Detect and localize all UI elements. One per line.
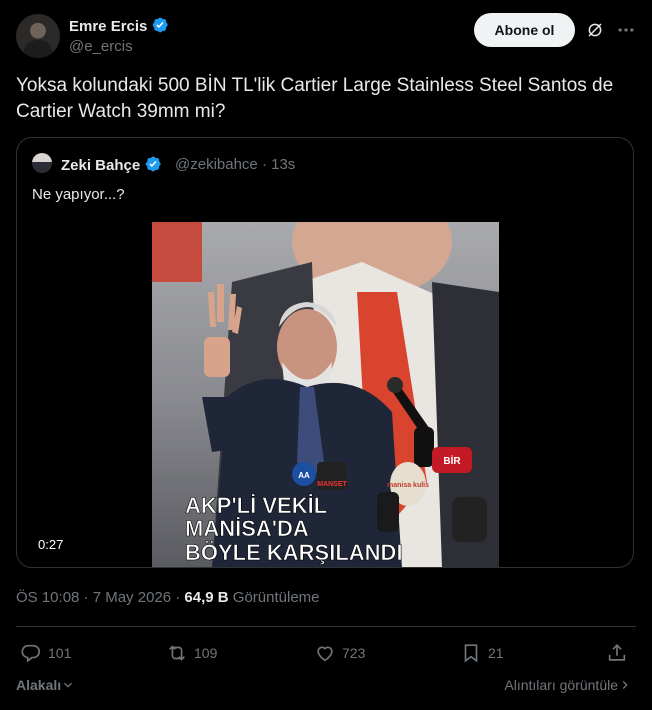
- sort-relevance-dropdown[interactable]: Alakalı: [16, 677, 75, 693]
- tweet-header: Emre Ercis @e_ercis Abone ol: [16, 12, 636, 62]
- like-count: 723: [342, 645, 366, 661]
- mic-logo-manisa: manisa kulis: [387, 482, 429, 489]
- share-icon: [608, 644, 626, 661]
- view-label: Görüntüleme: [228, 589, 320, 606]
- view-count: 64,9 B: [184, 589, 229, 606]
- video-caption-line2: MANİSA'DA: [185, 516, 309, 541]
- grok-icon[interactable]: [586, 21, 604, 39]
- repost-button[interactable]: 109: [166, 640, 217, 666]
- video-caption-line1: AKP'Lİ VEKİL: [185, 493, 327, 518]
- share-button[interactable]: [606, 640, 634, 666]
- more-options-icon[interactable]: [616, 20, 636, 40]
- verified-badge-icon: [146, 156, 161, 172]
- reply-count: 101: [48, 645, 72, 661]
- author-handle[interactable]: @e_ercis: [69, 38, 133, 55]
- quoted-avatar: [32, 153, 52, 173]
- video-player[interactable]: BİR AA MANSET manisa kulis AKP'Lİ VEKİL …: [152, 222, 499, 567]
- mic-logo-aa: AA: [298, 471, 310, 480]
- follow-button[interactable]: Abone ol: [474, 13, 575, 47]
- bookmark-count: 21: [488, 645, 504, 661]
- bookmark-button[interactable]: 21: [460, 640, 504, 666]
- heart-icon: [317, 646, 333, 662]
- verified-badge-icon: [153, 17, 169, 33]
- avatar[interactable]: [16, 14, 60, 58]
- quoted-text: Ne yapıyor...?: [32, 186, 125, 203]
- tweet-text: Yoksa kolundaki 500 BİN TL'lik Cartier L…: [16, 75, 614, 122]
- quoted-tweet[interactable]: Zeki Bahçe @zekibahce · 13s Ne yapıyor..…: [16, 137, 634, 568]
- author-name-text: Emre Ercis: [69, 18, 148, 35]
- video-caption-line3: BÖYLE KARŞILANDI: [185, 540, 403, 565]
- chevron-right-icon: [622, 681, 628, 689]
- repost-icon: [169, 645, 185, 661]
- mic-logo-bir: BİR: [443, 454, 461, 467]
- reply-button[interactable]: 101: [20, 640, 71, 666]
- video-frame: BİR AA MANSET manisa kulis AKP'Lİ VEKİL …: [152, 222, 499, 567]
- divider: [16, 626, 636, 627]
- view-quotes-link[interactable]: Alıntıları görüntüle: [504, 677, 632, 693]
- tweet-timestamp: ÖS 10:08 · 7 May 2026 · 64,9 B Görüntüle…: [16, 589, 320, 606]
- author-name[interactable]: Emre Ercis: [69, 16, 169, 35]
- quoted-author-name: Zeki Bahçe: [61, 155, 162, 174]
- view-quotes-label: Alıntıları görüntüle: [504, 677, 618, 693]
- reply-footer: Alakalı Alıntıları görüntüle: [16, 677, 636, 697]
- tweet-time-date[interactable]: ÖS 10:08 · 7 May 2026 ·: [16, 589, 184, 606]
- sort-relevance-label: Alakalı: [16, 677, 62, 693]
- mic-logo-manset: MANSET: [317, 481, 347, 488]
- video-duration: 0:27: [38, 537, 64, 552]
- repost-count: 109: [194, 645, 218, 661]
- quoted-author-name-text: Zeki Bahçe: [61, 157, 141, 174]
- quoted-handle-time: @zekibahce · 13s: [175, 156, 296, 173]
- bookmark-icon: [464, 644, 478, 663]
- action-bar: 101 109 723 21: [16, 640, 636, 666]
- chevron-down-icon: [64, 682, 73, 688]
- reply-icon: [21, 644, 41, 663]
- like-button[interactable]: 723: [314, 640, 365, 666]
